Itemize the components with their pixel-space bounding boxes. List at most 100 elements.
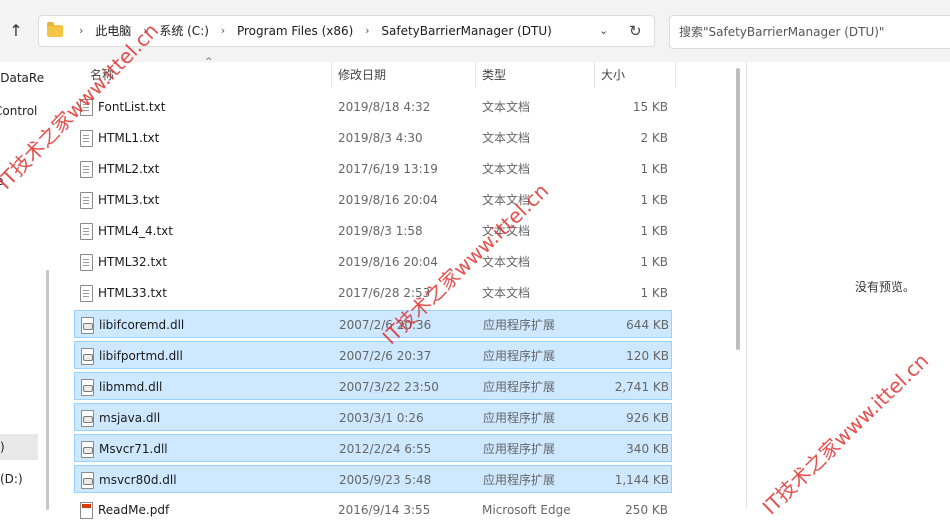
chevron-right-icon[interactable]: › (79, 16, 83, 46)
preview-pane: 没有预览。 (747, 62, 950, 509)
breadcrumb-system-c[interactable]: 系统 (C:) (159, 16, 209, 46)
nav-scrollbar[interactable] (46, 270, 49, 510)
up-arrow-icon[interactable]: ↑ (6, 21, 26, 41)
file-date: 2016/9/14 3:55 (338, 503, 431, 517)
file-size: 2 KB (640, 131, 668, 145)
file-size: 1 KB (640, 162, 668, 176)
column-divider[interactable] (331, 62, 332, 88)
file-row[interactable]: Msvcr71.dll 2012/2/24 6:55 应用程序扩展 340 KB (74, 434, 672, 462)
column-divider[interactable] (594, 62, 595, 88)
breadcrumb-program-files[interactable]: Program Files (x86) (237, 16, 353, 46)
column-header-size[interactable]: 大小 (601, 62, 625, 88)
file-size: 1 KB (640, 224, 668, 238)
file-row[interactable]: libifcoremd.dll 2007/2/6 20:36 应用程序扩展 644 K… (74, 310, 672, 338)
chevron-right-icon[interactable]: › (365, 16, 369, 46)
file-row[interactable]: msjava.dll 2003/3/1 0:26 应用程序扩展 926 KB (74, 403, 672, 431)
file-row[interactable]: libifportmd.dll 2007/2/6 20:37 应用程序扩展 120 K… (74, 341, 672, 369)
file-row[interactable]: HTML4_4.txt 2019/8/3 1:58 文本文档 1 KB (74, 217, 672, 245)
file-type: 文本文档 (482, 100, 531, 114)
preview-message: 没有预览。 (855, 280, 916, 294)
file-size: 1 KB (640, 286, 668, 300)
file-list-scrollbar[interactable] (736, 68, 740, 350)
text-file-icon (80, 254, 93, 271)
file-size: 15 KB (632, 100, 668, 114)
breadcrumb: › 此电脑 › 系统 (C:) › Program Files (x86) › … (71, 16, 552, 46)
dll-file-icon (81, 379, 94, 396)
column-header-type[interactable]: 类型 (482, 62, 506, 88)
file-type: 文本文档 (482, 255, 531, 269)
file-name: HTML1.txt (98, 131, 160, 145)
navigation-pane: sDataRe Control e :) (D:) (0, 62, 58, 510)
file-row[interactable]: msvcr80d.dll 2005/9/23 5:48 应用程序扩展 1,144 KB (74, 465, 672, 493)
file-date: 2007/2/6 20:37 (339, 349, 432, 363)
nav-item-e[interactable]: e (0, 174, 3, 188)
file-date: 2017/6/28 2:53 (338, 286, 431, 300)
file-name: HTML4_4.txt (98, 224, 173, 238)
column-divider[interactable] (675, 62, 676, 88)
file-date: 2003/3/1 0:26 (339, 411, 424, 425)
nav-item-selected-bg (0, 434, 38, 460)
file-type: 应用程序扩展 (483, 318, 556, 332)
sort-ascending-icon: ^ (205, 57, 213, 67)
file-type: 文本文档 (482, 286, 531, 300)
file-name: libifcoremd.dll (99, 318, 185, 332)
address-bar[interactable]: › 此电脑 › 系统 (C:) › Program Files (x86) › … (38, 15, 655, 47)
file-name: libifportmd.dll (99, 349, 183, 363)
file-name: msvcr80d.dll (99, 473, 177, 487)
file-date: 2019/8/16 20:04 (338, 193, 438, 207)
column-divider[interactable] (475, 62, 476, 88)
file-row[interactable]: HTML2.txt 2017/6/19 13:19 文本文档 1 KB (74, 155, 672, 183)
text-file-icon (80, 285, 93, 302)
column-header-date[interactable]: 修改日期 (338, 62, 386, 88)
file-size: 250 KB (625, 503, 668, 517)
file-name: msjava.dll (99, 411, 161, 425)
file-size: 1 KB (640, 193, 668, 207)
file-row[interactable]: ReadMe.pdf 2016/9/14 3:55 Microsoft Edge 25… (74, 496, 672, 524)
file-row[interactable]: HTML32.txt 2019/8/16 20:04 文本文档 1 KB (74, 248, 672, 276)
file-row[interactable]: HTML33.txt 2017/6/28 2:53 文本文档 1 KB (74, 279, 672, 307)
file-name: Msvcr71.dll (99, 442, 168, 456)
file-size: 1,144 KB (614, 473, 669, 487)
file-date: 2019/8/3 4:30 (338, 131, 423, 145)
nav-item-d-drive[interactable]: (D:) (0, 472, 23, 486)
file-date: 2019/8/16 20:04 (338, 255, 438, 269)
text-file-icon (80, 223, 93, 240)
search-input[interactable]: 搜索"SafetyBarrierManager (DTU)" (669, 15, 950, 49)
nav-item-control[interactable]: Control (0, 104, 37, 118)
nav-item-c-drive[interactable]: :) (0, 440, 5, 454)
file-name: ReadMe.pdf (98, 503, 170, 517)
file-row[interactable]: HTML1.txt 2019/8/3 4:30 文本文档 2 KB (74, 124, 672, 152)
file-size: 2,741 KB (614, 380, 669, 394)
column-header-name[interactable]: 名称 (90, 62, 114, 88)
chevron-down-icon[interactable]: ⌄ (599, 24, 608, 37)
file-name: libmmd.dll (99, 380, 163, 394)
refresh-icon[interactable]: ↻ (629, 22, 642, 40)
file-date: 2007/3/22 23:50 (339, 380, 439, 394)
dll-file-icon (81, 348, 94, 365)
file-row[interactable]: libmmd.dll 2007/3/22 23:50 应用程序扩展 2,741 KB (74, 372, 672, 400)
file-type: Microsoft Edge (482, 503, 571, 517)
file-row[interactable]: FontList.txt 2019/8/18 4:32 文本文档 15 KB (74, 93, 672, 121)
file-row[interactable]: HTML3.txt 2019/8/16 20:04 文本文档 1 KB (74, 186, 672, 214)
breadcrumb-current-folder[interactable]: SafetyBarrierManager (DTU) (381, 16, 551, 46)
text-file-icon (80, 130, 93, 147)
dll-file-icon (81, 441, 94, 458)
file-date: 2012/2/24 6:55 (339, 442, 432, 456)
file-name: FontList.txt (98, 100, 166, 114)
folder-icon (47, 22, 63, 37)
chevron-right-icon[interactable]: › (221, 16, 225, 46)
file-size: 926 KB (626, 411, 669, 425)
pdf-file-icon (80, 502, 93, 519)
dll-file-icon (81, 317, 94, 334)
chevron-right-icon[interactable]: › (143, 16, 147, 46)
file-size: 120 KB (626, 349, 669, 363)
breadcrumb-this-pc[interactable]: 此电脑 (95, 16, 131, 46)
nav-item-data[interactable]: sDataRe (0, 71, 44, 85)
file-date: 2019/8/18 4:32 (338, 100, 431, 114)
file-name: HTML33.txt (98, 286, 167, 300)
file-size: 340 KB (626, 442, 669, 456)
file-size: 644 KB (626, 318, 669, 332)
file-name: HTML3.txt (98, 193, 160, 207)
top-bar: ↑ › 此电脑 › 系统 (C:) › Program Files (x86) … (0, 0, 950, 62)
text-file-icon (80, 161, 93, 178)
